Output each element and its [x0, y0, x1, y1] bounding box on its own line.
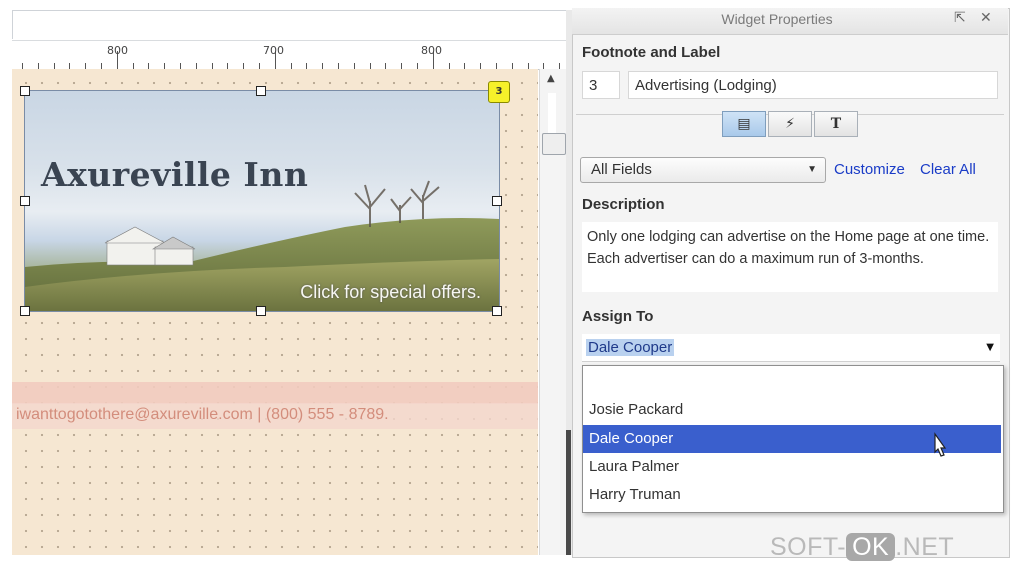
contact-band	[12, 382, 538, 404]
text-format-icon: T	[830, 116, 842, 132]
interactions-icon: ⚡	[785, 116, 795, 132]
resize-handle[interactable]	[20, 196, 30, 206]
pin-icon[interactable]: ⇱	[954, 10, 966, 26]
canvas-toolbar-strip	[12, 10, 568, 39]
mouse-pointer-icon	[934, 432, 947, 457]
ruler-label: 800	[107, 44, 128, 57]
canvas-scrollbar[interactable]: ▲	[539, 69, 567, 555]
resize-handle[interactable]	[492, 306, 502, 316]
contact-text[interactable]: iwanttogotothere@axureville.com | (800) …	[16, 406, 389, 424]
watermark: SOFT- OK .NET	[770, 533, 954, 562]
watermark-left: SOFT-	[770, 533, 847, 561]
resize-handle[interactable]	[492, 196, 502, 206]
dropdown-option[interactable]: Harry Truman	[583, 481, 1001, 509]
ruler-label: 700	[263, 44, 284, 57]
footnote-label-heading: Footnote and Label	[582, 44, 721, 61]
tab-annotation[interactable]: ▤	[722, 111, 766, 137]
dropdown-option-empty[interactable]	[583, 368, 1001, 396]
panel-splitter-dark	[566, 430, 571, 555]
ruler-label: 800	[421, 44, 442, 57]
label-input[interactable]: Advertising (Lodging)	[628, 71, 998, 99]
close-icon[interactable]: ✕	[980, 10, 992, 26]
tab-text-format[interactable]: T	[814, 111, 858, 137]
resize-handle[interactable]	[256, 86, 266, 96]
assign-to-value: Dale Cooper	[586, 339, 675, 356]
customize-link[interactable]: Customize	[834, 161, 905, 178]
banner-landscape	[25, 180, 499, 311]
banner-title: Axureville Inn	[41, 155, 309, 194]
footnote-number-input[interactable]: 3	[582, 71, 620, 99]
resize-handle[interactable]	[20, 306, 30, 316]
resize-handle[interactable]	[256, 306, 266, 316]
tab-interactions[interactable]: ⚡	[768, 111, 812, 137]
clear-all-link[interactable]: Clear All	[920, 161, 976, 178]
chevron-down-icon: ▼	[807, 164, 817, 175]
scroll-thumb[interactable]	[542, 133, 566, 155]
watermark-right: .NET	[895, 533, 955, 561]
chevron-down-icon[interactable]: ▼	[986, 342, 994, 353]
scroll-track	[548, 93, 556, 133]
banner-image-widget[interactable]: Axureville Inn Click for special offers.	[24, 90, 500, 312]
horizontal-ruler: 800 700 800	[12, 40, 566, 70]
fields-select-value: All Fields	[591, 161, 652, 178]
scroll-up-icon[interactable]: ▲	[547, 73, 555, 84]
panel-title: Widget Properties	[721, 11, 833, 27]
banner-cta: Click for special offers.	[300, 282, 481, 302]
assign-to-heading: Assign To	[582, 308, 654, 325]
description-textarea[interactable]: Only one lodging can advertise on the Ho…	[582, 222, 998, 292]
annotation-icon: ▤	[737, 116, 751, 132]
watermark-ok: OK	[846, 533, 896, 561]
description-heading: Description	[582, 196, 665, 213]
footnote-badge[interactable]: 3	[488, 81, 510, 103]
assign-to-combobox[interactable]: Dale Cooper ▼	[582, 334, 1000, 362]
fields-select[interactable]: All Fields ▼	[580, 157, 826, 183]
dropdown-option[interactable]: Josie Packard	[583, 396, 1001, 424]
panel-tabs: ▤ ⚡ T	[722, 111, 860, 137]
resize-handle[interactable]	[20, 86, 30, 96]
